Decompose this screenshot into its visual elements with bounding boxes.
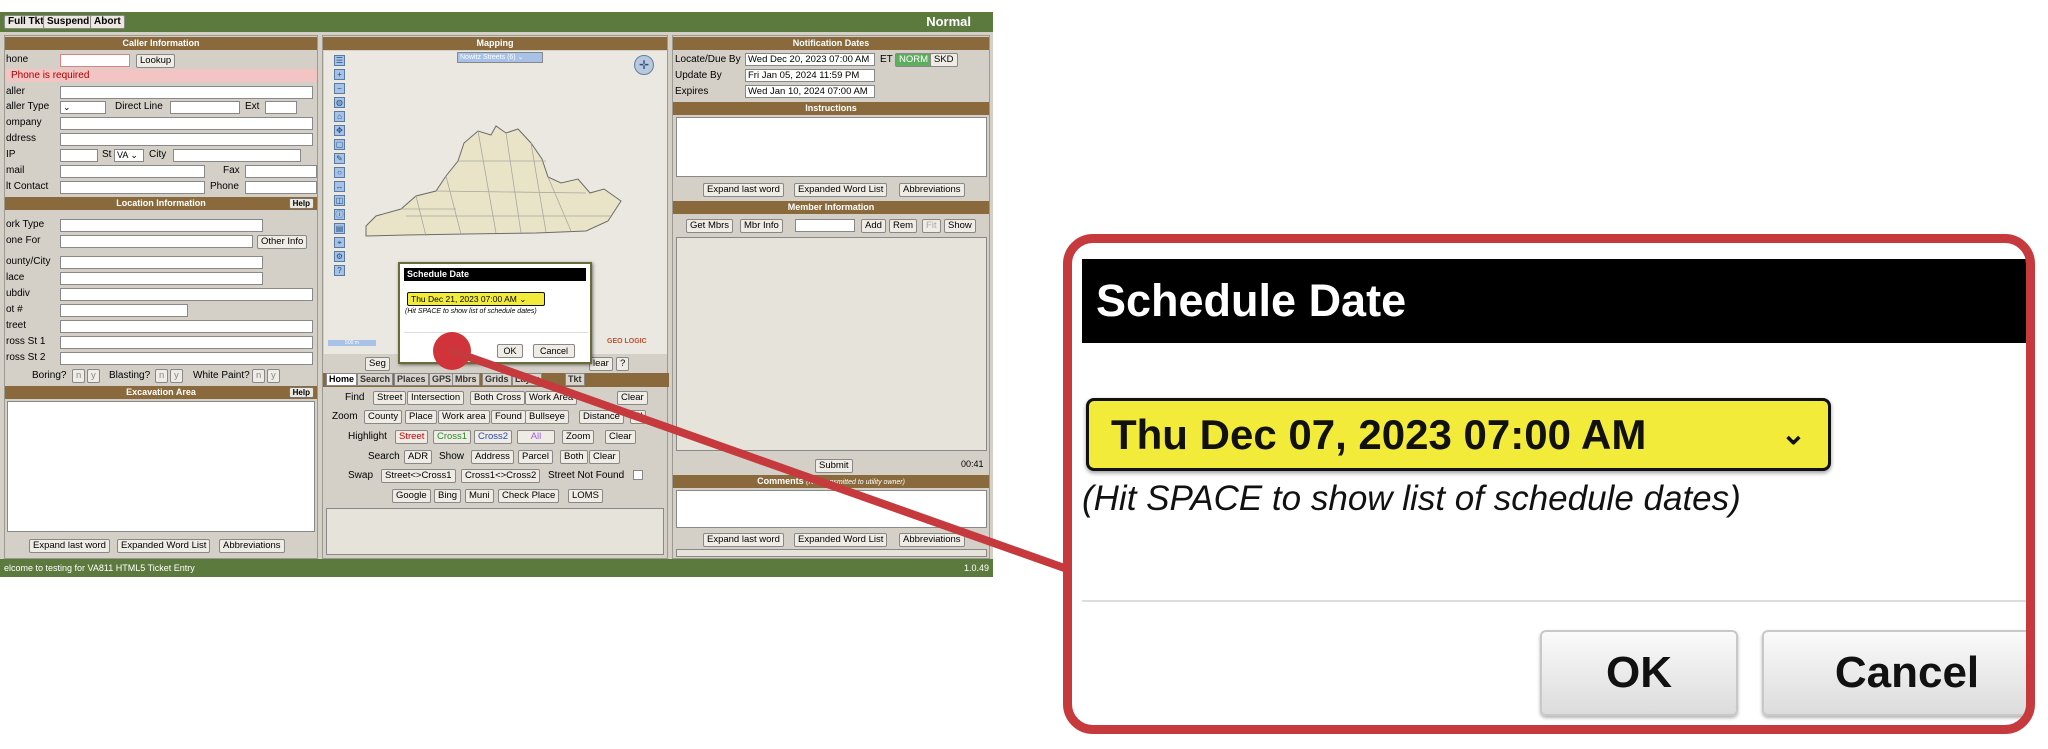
zoom-schedule-date-value: Thu Dec 07, 2023 07:00 AM	[1111, 411, 1647, 458]
zoom-ok-button[interactable]: OK	[1540, 630, 1738, 716]
zoom-cancel-button[interactable]: Cancel	[1762, 630, 2026, 716]
chevron-down-icon: ⌄	[1780, 418, 1806, 451]
zoom-schedule-hint: (Hit SPACE to show list of schedule date…	[1082, 479, 1741, 518]
zoom-schedule-date-select[interactable]: Thu Dec 07, 2023 07:00 AM ⌄	[1086, 398, 1831, 471]
zoom-divider	[1082, 600, 2026, 602]
zoom-dialog-title: Schedule Date	[1082, 259, 2026, 343]
zoomed-schedule-dialog: Schedule Date Thu Dec 07, 2023 07:00 AM ⌄…	[1063, 234, 2035, 734]
